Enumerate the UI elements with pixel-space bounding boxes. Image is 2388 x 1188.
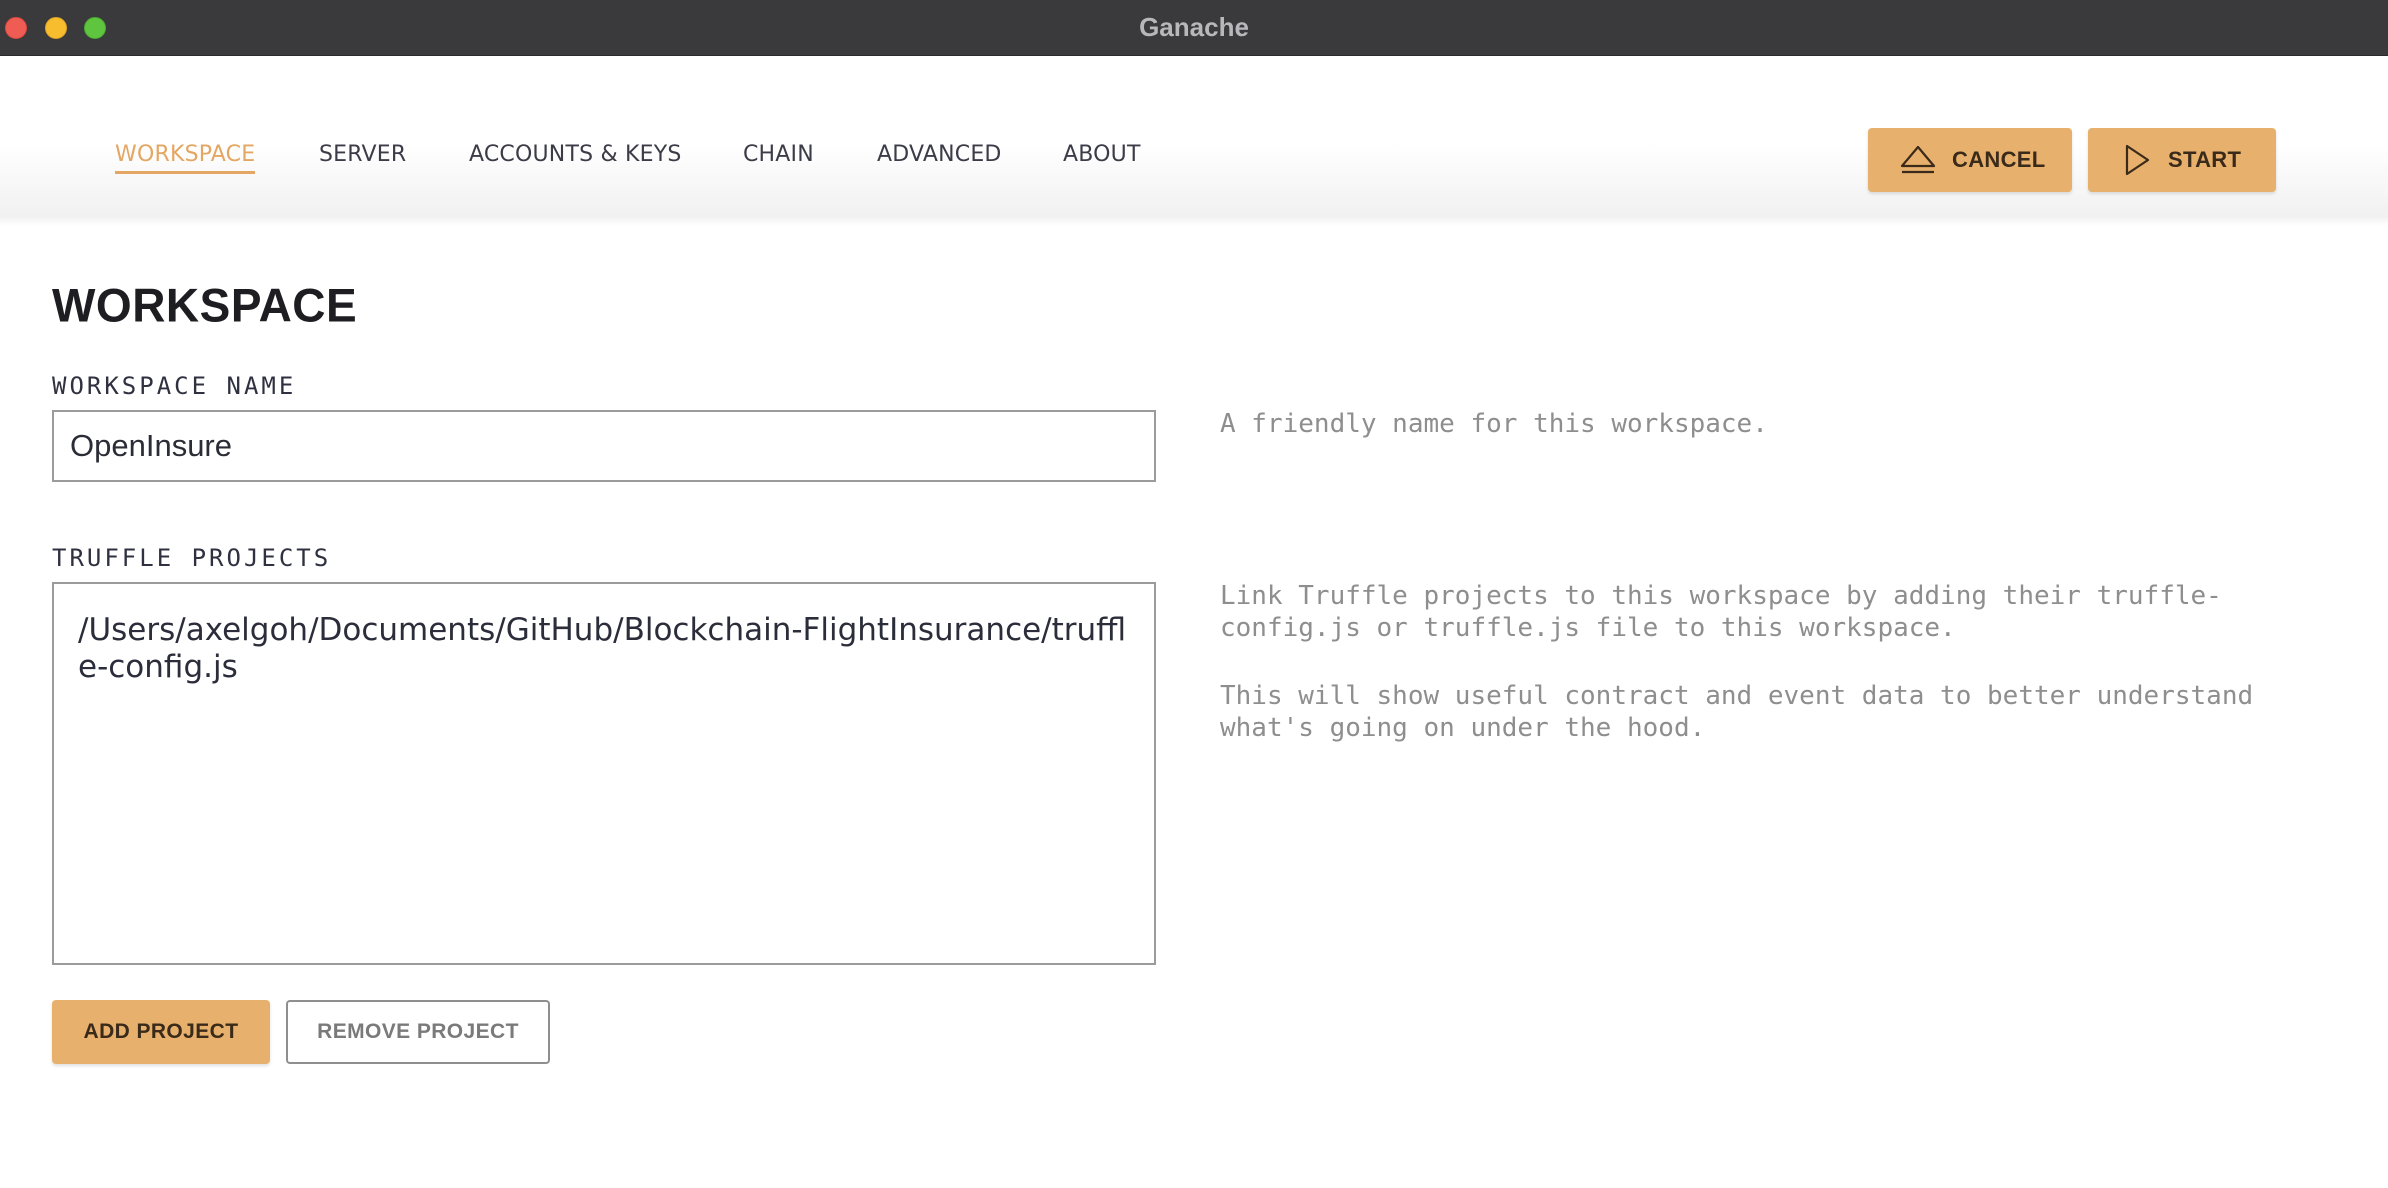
- remove-project-button[interactable]: REMOVE PROJECT: [286, 1000, 550, 1064]
- workspace-name-label: WORKSPACE NAME: [52, 372, 297, 400]
- play-icon: [2122, 143, 2152, 177]
- workspace-name-help: A friendly name for this workspace.: [1220, 409, 1768, 439]
- tab-chain[interactable]: CHAIN: [743, 142, 814, 167]
- tab-accounts-keys[interactable]: ACCOUNTS & KEYS: [469, 142, 682, 167]
- cancel-button[interactable]: CANCEL: [1868, 128, 2072, 192]
- tab-advanced[interactable]: ADVANCED: [877, 142, 1002, 167]
- truffle-projects-list[interactable]: /Users/axelgoh/Documents/GitHub/Blockcha…: [52, 582, 1156, 965]
- tab-about[interactable]: ABOUT: [1063, 142, 1141, 167]
- truffle-projects-label: TRUFFLE PROJECTS: [52, 544, 332, 572]
- add-project-button[interactable]: ADD PROJECT: [52, 1000, 270, 1064]
- list-item[interactable]: /Users/axelgoh/Documents/GitHub/Blockcha…: [78, 612, 1130, 686]
- eject-icon: [1898, 143, 1938, 177]
- window-title: Ganache: [1139, 12, 1249, 42]
- truffle-projects-help: Link Truffle projects to this workspace …: [1220, 581, 2222, 643]
- tab-server[interactable]: SERVER: [319, 142, 406, 167]
- start-button-label: START: [2168, 147, 2242, 172]
- truffle-projects-help-secondary: This will show useful contract and event…: [1220, 681, 2254, 743]
- page-title: WORKSPACE: [52, 278, 358, 332]
- window-title-bar: Ganache: [0, 0, 2388, 56]
- top-navigation-bar: WORKSPACE SERVER ACCOUNTS & KEYS CHAIN A…: [0, 56, 2388, 226]
- tab-workspace[interactable]: WORKSPACE: [115, 142, 256, 174]
- start-button[interactable]: START: [2088, 128, 2276, 192]
- workspace-name-input[interactable]: [52, 410, 1156, 482]
- cancel-button-label: CANCEL: [1952, 147, 2046, 172]
